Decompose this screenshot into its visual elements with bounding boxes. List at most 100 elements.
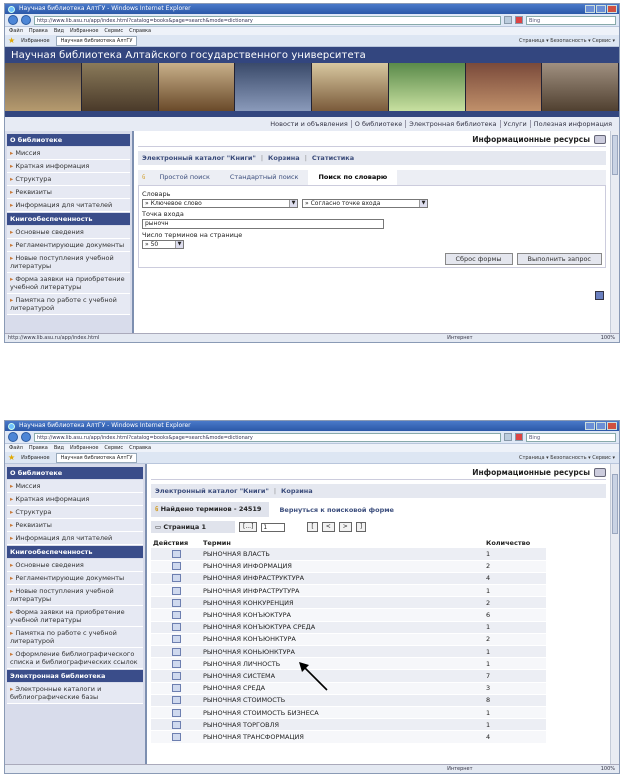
close-window-button[interactable] (607, 422, 617, 430)
back-button[interactable] (8, 15, 18, 25)
sidebar-header-about[interactable]: О библиотеке (7, 134, 130, 146)
browser-tab[interactable]: Научная библиотека АлтГУ (55, 452, 138, 463)
view-record-icon[interactable] (171, 586, 181, 595)
last-page-button[interactable]: ] (355, 522, 367, 532)
sidebar-header-supply[interactable]: Книгообеспеченность (7, 213, 130, 225)
view-record-icon[interactable] (171, 635, 181, 644)
scrollbar[interactable] (610, 131, 619, 333)
minimize-button[interactable] (585, 422, 595, 430)
url-field[interactable]: http://www.lib.asu.ru/app/index.html?cat… (34, 432, 501, 442)
menu-favorites[interactable]: Избранное (70, 27, 98, 35)
view-record-icon[interactable] (171, 611, 181, 620)
first-page-button[interactable]: [ (307, 522, 318, 532)
maximize-button[interactable] (596, 422, 606, 430)
nav-about[interactable]: О библиотеке (350, 120, 406, 128)
menu-edit[interactable]: Правка (29, 444, 48, 452)
zoom-level[interactable]: 100% (601, 765, 615, 773)
print-icon[interactable] (594, 468, 606, 477)
browser-search-input[interactable]: Bing (526, 432, 616, 442)
view-record-icon[interactable] (171, 623, 181, 632)
term-cell[interactable]: РЫНОЧНАЯ КОНЪЮКТУРА СРЕДА (201, 621, 484, 634)
term-cell[interactable]: РЫНОЧНАЯ КОНЪЮКТУРА (201, 608, 484, 622)
term-cell[interactable]: РЫНОЧНАЯ ИНФОРМАЦИЯ (201, 560, 484, 573)
term-cell[interactable]: РЫНОЧНАЯ СРЕДА (201, 682, 484, 695)
sidebar-header-elibrary[interactable]: Электронная библиотека (7, 670, 143, 682)
scrollbar[interactable] (610, 464, 619, 764)
stop-icon[interactable] (515, 433, 523, 441)
back-button[interactable] (8, 432, 18, 442)
menu-edit[interactable]: Правка (29, 27, 48, 35)
term-cell[interactable]: РЫНОЧНАЯ ЛИЧНОСТЬ (201, 657, 484, 671)
view-record-icon[interactable] (171, 696, 181, 705)
favorites-star-icon[interactable]: ★ (8, 36, 15, 45)
sidebar-item-memo[interactable]: ▸ Памятка по работе с учебной литературо… (7, 627, 143, 648)
command-bar[interactable]: Страница ▾ Безопасность ▾ Сервис ▾ (519, 38, 615, 44)
prev-page-button[interactable]: < (321, 522, 335, 532)
match-mode-select[interactable]: » Согласно точке входа ▼ (302, 199, 428, 208)
term-cell[interactable]: РЫНОЧНАЯ ИНФРАСТРУТУРА (201, 584, 484, 598)
term-cell[interactable]: РЫНОЧНАЯ КОНЪЮНКТУРА (201, 633, 484, 647)
sidebar-item-basic-info[interactable]: ▸ Основные сведения (7, 226, 130, 239)
menu-file[interactable]: Файл (9, 27, 23, 35)
menu-help[interactable]: Справка (129, 27, 151, 35)
forward-button[interactable] (21, 432, 31, 442)
cart-link[interactable]: Корзина (281, 487, 313, 495)
term-cell[interactable]: РЫНОЧНАЯ ИНФРАСТРУКТУРА (201, 572, 484, 586)
view-record-icon[interactable] (171, 549, 181, 558)
sidebar-item-mission[interactable]: ▸ Миссия (7, 480, 143, 493)
page-number-input[interactable]: 1 (261, 522, 286, 532)
url-field[interactable]: http://www.lib.asu.ru/app/index.html?cat… (34, 15, 501, 25)
sidebar-item-regulations[interactable]: ▸ Регламентирующие документы (7, 239, 130, 252)
term-cell[interactable]: РЫНОЧНАЯ КОНЬЮНКТУРА (201, 645, 484, 659)
sidebar-item-mission[interactable]: ▸ Миссия (7, 147, 130, 160)
sidebar-item-bibliography[interactable]: ▸ Оформление библиографического списка и… (7, 648, 143, 669)
sidebar-header-supply[interactable]: Книгообеспеченность (7, 546, 143, 558)
favorites-button[interactable]: Избранное (21, 455, 49, 461)
tab-simple-search[interactable]: Простой поиск (149, 170, 220, 185)
term-cell[interactable]: РЫНОЧНАЯ СТОИМОСТЬ (201, 694, 484, 707)
menu-file[interactable]: Файл (9, 444, 23, 452)
nav-news[interactable]: Новости и объявления (267, 120, 350, 128)
favorites-star-icon[interactable]: ★ (8, 453, 15, 462)
browser-search-input[interactable]: Bing (526, 15, 616, 25)
catalog-link[interactable]: Электронный каталог "Книги" (142, 154, 256, 162)
favorites-button[interactable]: Избранное (21, 38, 49, 44)
scroll-top-icon[interactable] (595, 291, 604, 300)
view-record-icon[interactable] (171, 732, 181, 741)
zoom-level[interactable]: 100% (601, 334, 615, 342)
sidebar-item-reader-info[interactable]: ▸ Информация для читателей (7, 532, 143, 545)
menu-tools[interactable]: Сервис (104, 27, 123, 35)
sidebar-item-regulations[interactable]: ▸ Регламентирующие документы (7, 572, 143, 585)
view-record-icon[interactable] (171, 598, 181, 607)
refresh-icon[interactable] (504, 433, 512, 441)
tab-dictionary-search[interactable]: Поиск по словарю (308, 170, 398, 185)
view-record-icon[interactable] (171, 684, 181, 693)
sidebar-item-requisites[interactable]: ▸ Реквизиты (7, 186, 130, 199)
menu-help[interactable]: Справка (129, 444, 151, 452)
sidebar-item-request-form[interactable]: ▸ Форма заявки на приобретение учебной л… (7, 606, 143, 627)
term-cell[interactable]: РЫНОЧНАЯ ТРАНСФОРМАЦИЯ (201, 730, 484, 744)
maximize-button[interactable] (596, 5, 606, 13)
stats-link[interactable]: Статистика (312, 154, 354, 162)
command-bar[interactable]: Страница ▾ Безопасность ▾ Сервис ▾ (519, 455, 615, 461)
browser-tab[interactable]: Научная библиотека АлтГУ (55, 35, 138, 46)
sidebar-item-memo[interactable]: ▸ Памятка по работе с учебной литературо… (7, 294, 130, 315)
sidebar-item-requisites[interactable]: ▸ Реквизиты (7, 519, 143, 532)
menu-view[interactable]: Вид (54, 444, 64, 452)
view-record-icon[interactable] (171, 708, 181, 717)
view-record-icon[interactable] (171, 647, 181, 656)
term-cell[interactable]: РЫНОЧНАЯ СИСТЕМА (201, 669, 484, 683)
menu-favorites[interactable]: Избранное (70, 444, 98, 452)
sidebar-item-new-arrivals[interactable]: ▸ Новые поступления учебной литературы (7, 252, 130, 273)
cart-link[interactable]: Корзина (268, 154, 300, 162)
view-record-icon[interactable] (171, 671, 181, 680)
sidebar-item-request-form[interactable]: ▸ Форма заявки на приобретение учебной л… (7, 273, 130, 294)
scrollbar-thumb[interactable] (612, 474, 618, 534)
sidebar-item-new-arrivals[interactable]: ▸ Новые поступления учебной литературы (7, 585, 143, 606)
next-page-button[interactable]: > (338, 522, 352, 532)
scrollbar-thumb[interactable] (612, 135, 618, 175)
reset-form-button[interactable]: Сброс формы (444, 253, 513, 265)
catalog-link[interactable]: Электронный каталог "Книги" (155, 487, 269, 495)
sidebar-item-structure[interactable]: ▸ Структура (7, 173, 130, 186)
term-cell[interactable]: РЫНОЧНАЯ СТОИМОСТЬ БИЗНЕСА (201, 706, 484, 720)
